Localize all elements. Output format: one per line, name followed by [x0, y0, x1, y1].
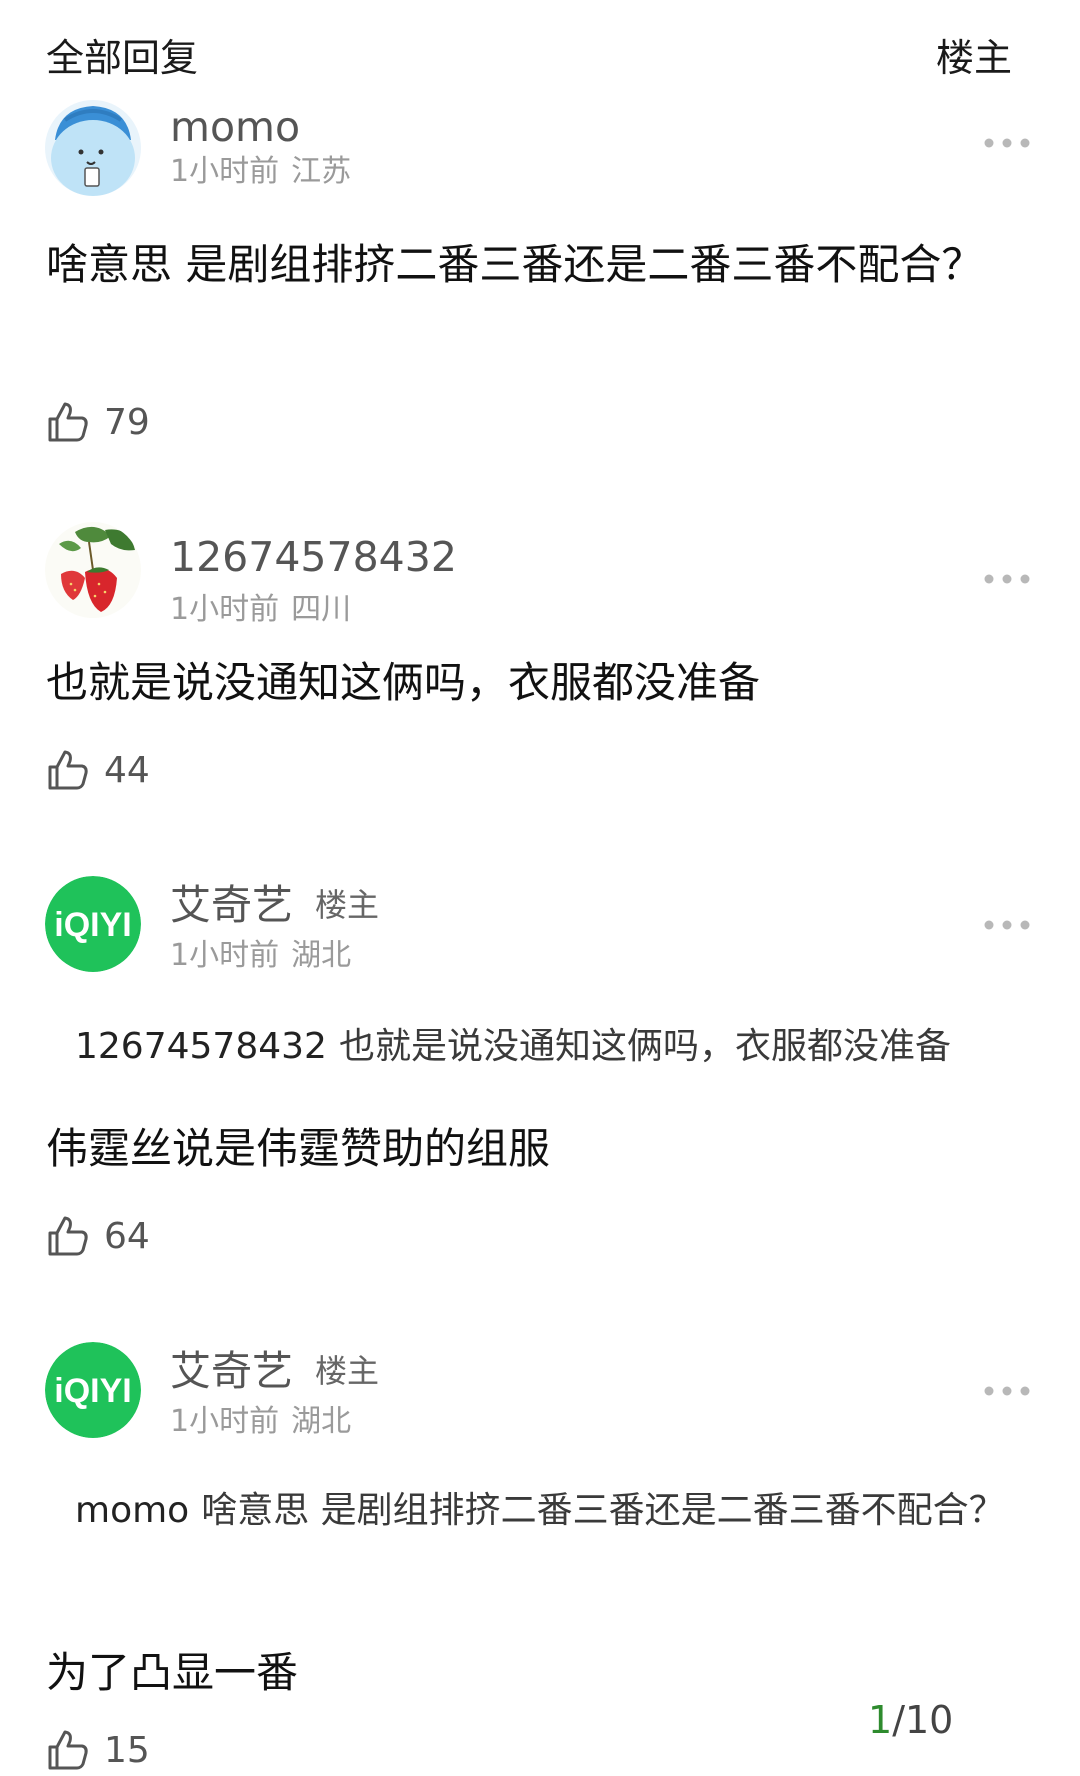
- op-badge: 楼主: [315, 1352, 380, 1390]
- op-only-filter[interactable]: 楼主: [936, 30, 1012, 86]
- op-badge: 楼主: [315, 886, 380, 924]
- like-count: 44: [104, 750, 150, 791]
- username: 艾奇艺 楼主: [170, 880, 379, 930]
- like-count: 64: [104, 1216, 150, 1257]
- thumbs-up-icon: [48, 402, 88, 442]
- comment-time: 1小时前: [170, 154, 280, 189]
- username-link[interactable]: 艾奇艺: [170, 1347, 293, 1395]
- quoted-text: 啥意思 是剧组排挤二番三番还是二番三番不配合？: [201, 1490, 1005, 1531]
- avatar[interactable]: [45, 522, 141, 618]
- all-replies-tab[interactable]: 全部回复: [46, 30, 198, 86]
- quoted-reply: 12674578432 也就是说没通知这俩吗，衣服都没准备: [75, 1018, 1005, 1076]
- comment-location: 湖北: [291, 1404, 352, 1439]
- comment-location: 湖北: [291, 938, 352, 973]
- thumbs-up-icon: [48, 1216, 88, 1256]
- quoted-text: 也就是说没通知这俩吗，衣服都没准备: [338, 1026, 951, 1067]
- comment-meta: 1小时前 湖北: [170, 936, 351, 976]
- iqiyi-logo-icon: iQIYI: [45, 1342, 141, 1438]
- comment-meta: 1小时前 四川: [170, 590, 351, 630]
- total-pages: /10: [892, 1698, 954, 1742]
- svg-text:iQIYI: iQIYI: [54, 906, 131, 944]
- iqiyi-logo-icon: iQIYI: [45, 876, 141, 972]
- username[interactable]: momo: [170, 102, 300, 152]
- comment-time: 1小时前: [170, 592, 280, 627]
- replies-header: 全部回复 楼主: [0, 0, 1080, 110]
- comment-text: 伟霆丝说是伟霆赞助的组服: [46, 1124, 551, 1173]
- comment-meta: 1小时前 江苏: [170, 152, 351, 192]
- strawberry-avatar-icon: [45, 522, 141, 618]
- more-options-icon[interactable]: [982, 136, 1032, 150]
- username: 艾奇艺 楼主: [170, 1346, 379, 1396]
- quoted-username[interactable]: 12674578432: [75, 1026, 327, 1067]
- blue-cartoon-avatar-icon: [45, 100, 141, 196]
- comment-time: 1小时前: [170, 1404, 280, 1439]
- comment-location: 江苏: [291, 154, 352, 189]
- avatar[interactable]: iQIYI: [45, 1342, 141, 1438]
- thumbs-up-icon: [48, 750, 88, 790]
- avatar[interactable]: [45, 100, 141, 196]
- quoted-reply: momo 啥意思 是剧组排挤二番三番还是二番三番不配合？: [75, 1482, 1005, 1540]
- comment-text: 也就是说没通知这俩吗，衣服都没准备: [46, 658, 761, 707]
- username[interactable]: 12674578432: [170, 532, 457, 582]
- like-count: 79: [104, 402, 150, 443]
- thumbs-up-icon: [48, 1730, 88, 1770]
- current-page: 1: [868, 1698, 893, 1742]
- more-options-icon[interactable]: [982, 572, 1032, 586]
- quoted-username[interactable]: momo: [75, 1490, 189, 1531]
- comment-location: 四川: [291, 592, 352, 627]
- more-options-icon[interactable]: [982, 918, 1032, 932]
- comment-text: 啥意思 是剧组排挤二番三番还是二番三番不配合？: [46, 240, 984, 289]
- avatar[interactable]: iQIYI: [45, 876, 141, 972]
- page-indicator: 1/10: [868, 1696, 953, 1744]
- like-count: 15: [104, 1730, 150, 1771]
- comment-meta: 1小时前 湖北: [170, 1402, 351, 1442]
- comment-time: 1小时前: [170, 938, 280, 973]
- svg-text:iQIYI: iQIYI: [54, 1372, 131, 1410]
- more-options-icon[interactable]: [982, 1384, 1032, 1398]
- username-link[interactable]: 艾奇艺: [170, 881, 293, 929]
